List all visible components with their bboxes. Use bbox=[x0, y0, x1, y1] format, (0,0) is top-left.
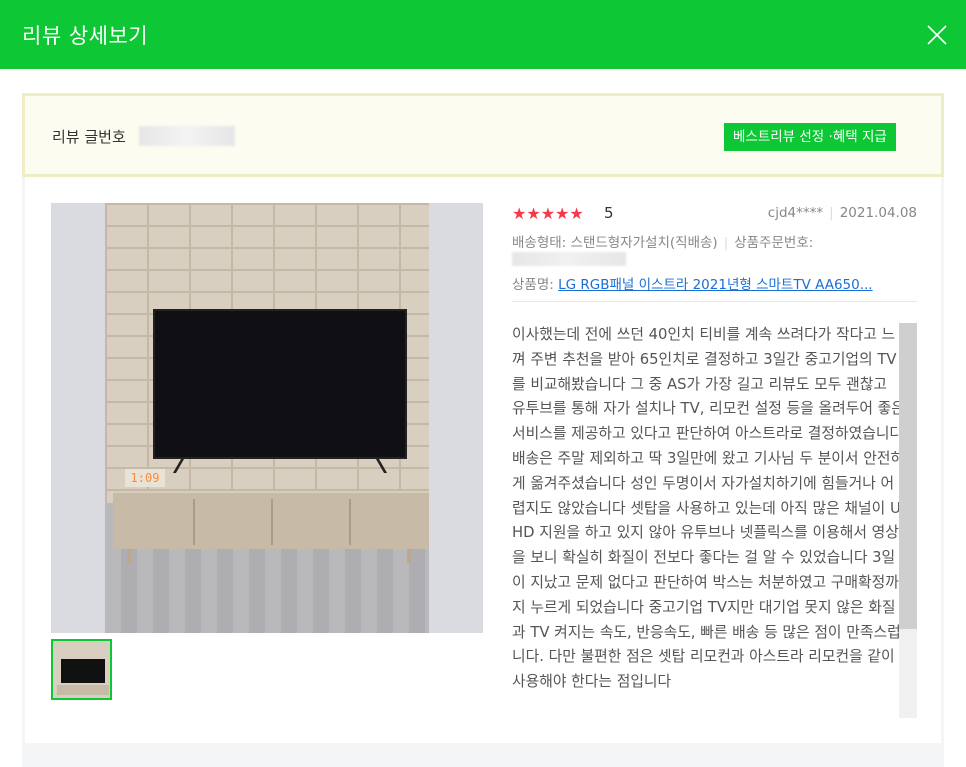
rating-row: ★★★★★ 5 cjd4**** | 2021.04.08 bbox=[512, 204, 917, 224]
close-icon[interactable] bbox=[922, 20, 952, 50]
best-review-badge: 베스트리뷰 선정 ·혜택 지급 bbox=[724, 123, 896, 151]
review-content: 1:09 ★★★★★ 5 cjd4**** | 2021.04.08 배송형태: 스… bbox=[25, 177, 941, 743]
photo-thumbnail[interactable] bbox=[51, 639, 112, 700]
photo-tv bbox=[153, 309, 407, 459]
review-number-blurred bbox=[139, 126, 235, 146]
review-number-bar: 리뷰 글번호 베스트리뷰 선정 ·혜택 지급 bbox=[22, 93, 944, 177]
delivery-type: 배송형태: 스탠드형자가설치(직배송) bbox=[512, 235, 718, 251]
review-number-label: 리뷰 글번호 bbox=[52, 128, 126, 146]
thumbnail-tv bbox=[61, 659, 105, 683]
reviewer-id: cjd4**** bbox=[767, 205, 824, 221]
cabinet-leg bbox=[127, 549, 131, 563]
review-date: 2021.04.08 bbox=[839, 205, 917, 221]
order-number-blurred bbox=[512, 252, 626, 266]
photo-clock: 1:09 bbox=[125, 469, 165, 487]
cabinet-leg bbox=[407, 549, 411, 563]
star-rating-icon: ★★★★★ bbox=[512, 204, 584, 223]
cabinet-divider bbox=[193, 499, 195, 545]
modal-title: 리뷰 상세보기 bbox=[22, 24, 149, 48]
meta-separator: | bbox=[829, 205, 834, 221]
delivery-info: 배송형태: 스탠드형자가설치(직배송) | 상품주문번호: bbox=[512, 231, 813, 251]
product-link[interactable]: LG RGB패널 이스트라 2021년형 스마트TV AA650... bbox=[558, 277, 873, 293]
review-panel: 리뷰 글번호 베스트리뷰 선정 ·혜택 지급 1:09 ★★★★★ 5 cjd4… bbox=[22, 93, 944, 767]
product-row: 상품명: LG RGB패널 이스트라 2021년형 스마트TV AA650... bbox=[512, 273, 917, 293]
reviewer-meta: cjd4**** | 2021.04.08 bbox=[768, 205, 917, 221]
info-divider bbox=[512, 301, 917, 302]
review-body-text: 이사했는데 전에 쓰던 40인치 티비를 계속 쓰려다가 작다고 느껴 주변 추… bbox=[512, 326, 905, 691]
product-label: 상품명: bbox=[512, 277, 554, 293]
review-scrollbar-thumb[interactable] bbox=[899, 323, 917, 629]
thumbnail-cabinet bbox=[57, 685, 109, 695]
modal-header: 리뷰 상세보기 bbox=[0, 0, 966, 69]
rating-score: 5 bbox=[604, 204, 614, 222]
cabinet-divider bbox=[271, 499, 273, 545]
review-main-photo[interactable]: 1:09 bbox=[51, 203, 483, 633]
delivery-separator: | bbox=[723, 235, 729, 251]
order-number-label: 상품주문번호: bbox=[734, 235, 814, 251]
photo-scene: 1:09 bbox=[105, 203, 429, 633]
cabinet-divider bbox=[349, 499, 351, 545]
